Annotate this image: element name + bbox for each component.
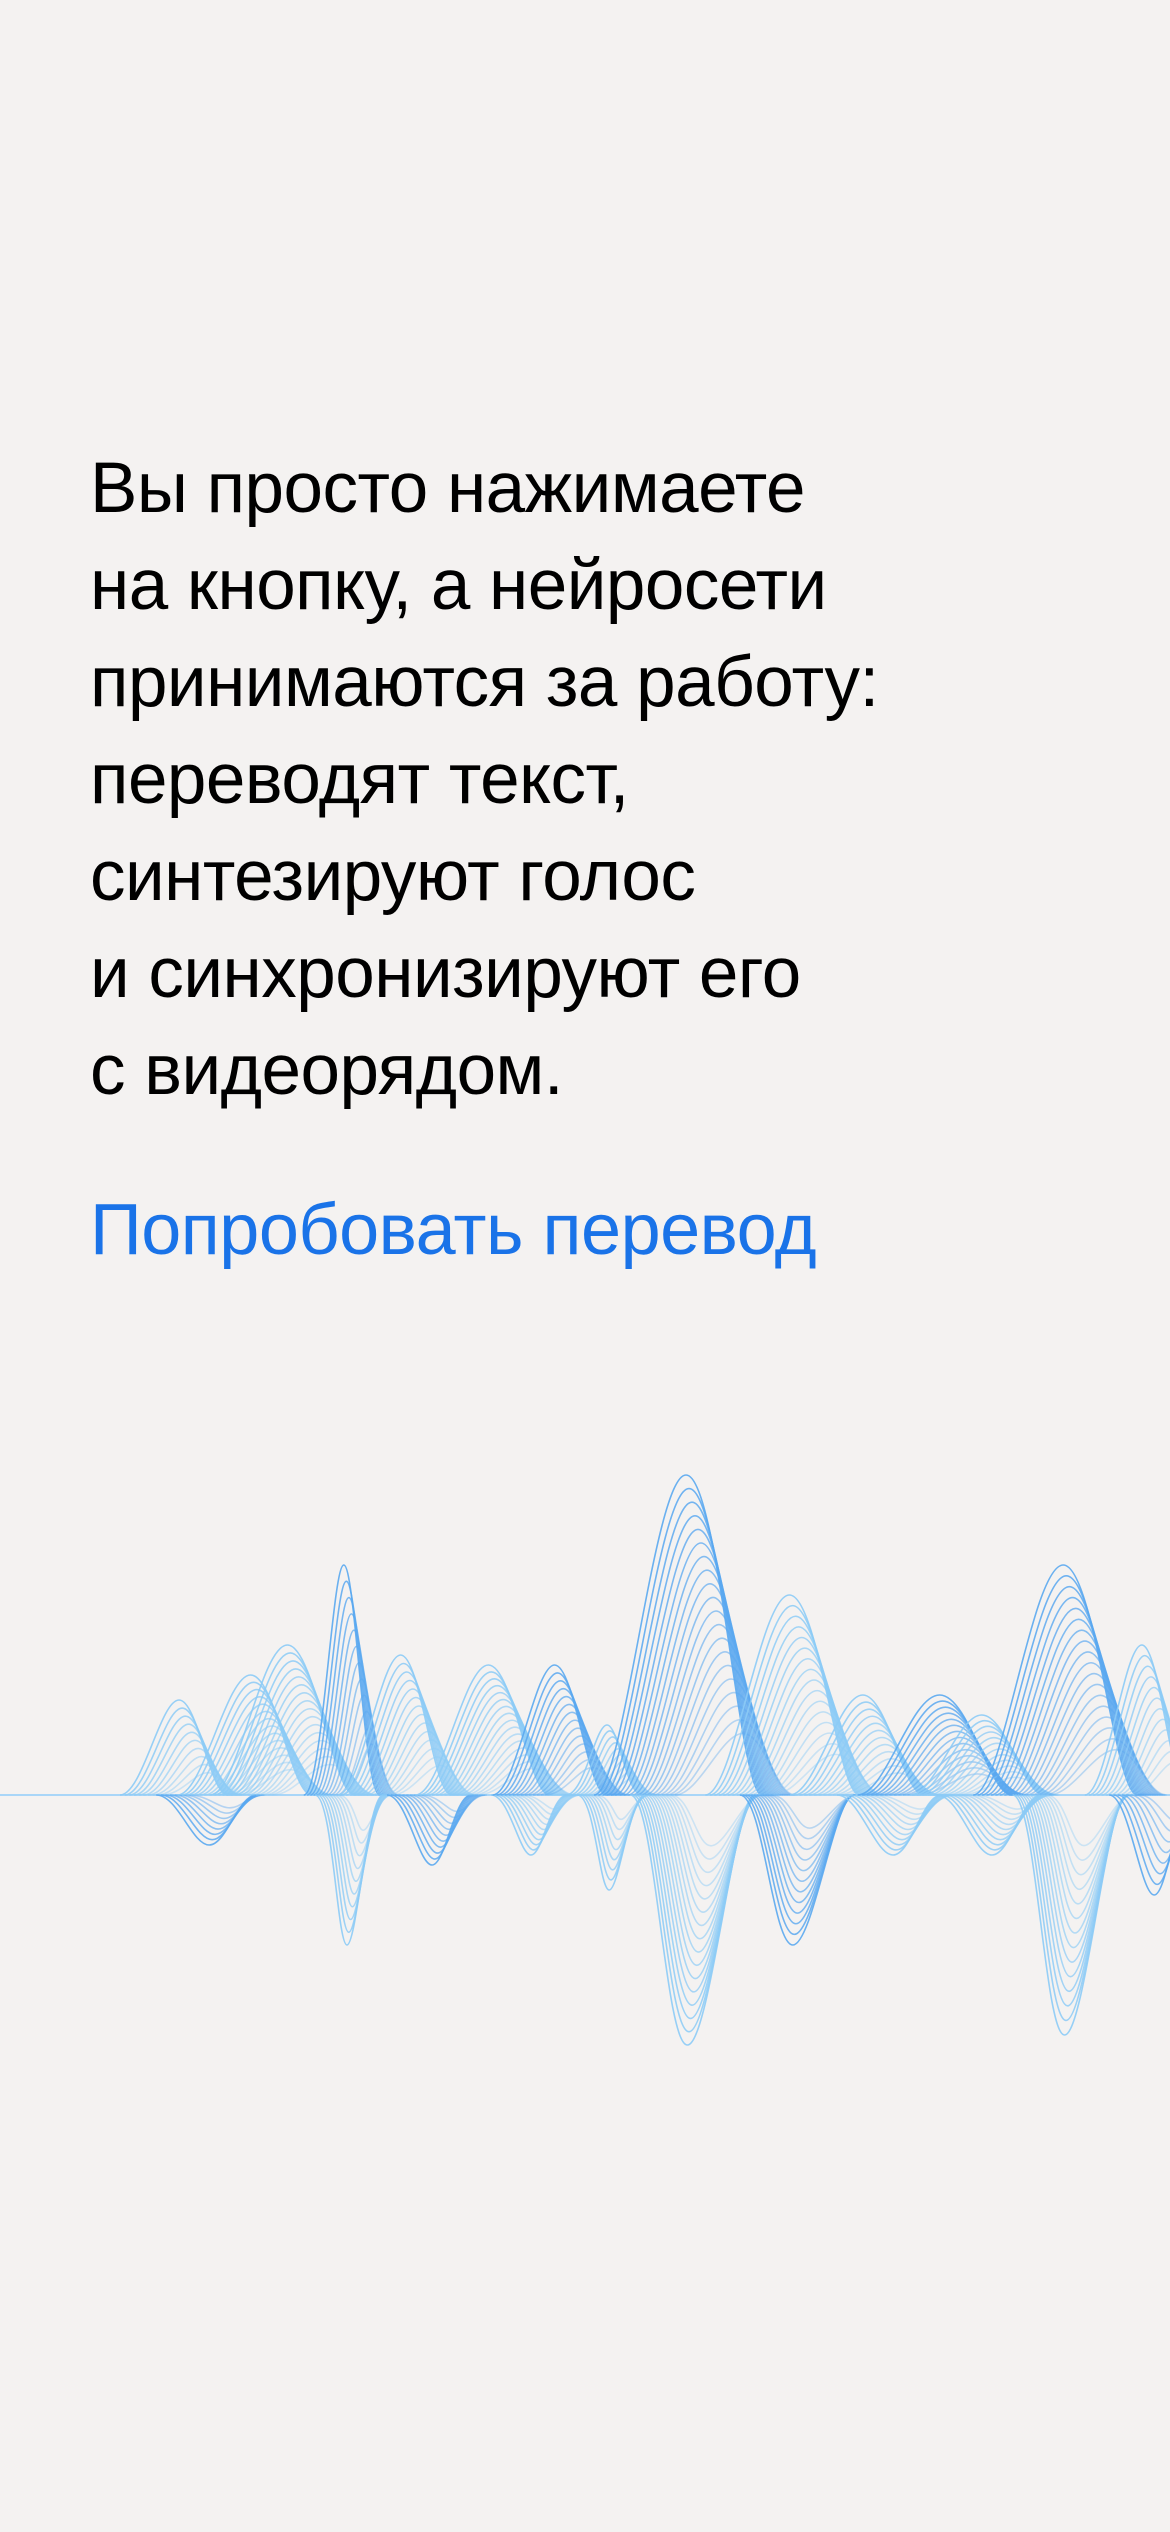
wave-line: [508, 1794, 576, 1831]
wave-line: [977, 1575, 1140, 1796]
intro-text: Вы просто нажимаете на кнопку, а нейросе…: [90, 440, 1090, 1119]
intro-line: с видеорядом.: [90, 1031, 564, 1110]
intro-line: Вы просто нажимаете: [90, 449, 805, 528]
sound-wave-illustration: [0, 1474, 1170, 2046]
intro-line: на кнопку, а нейросети: [90, 546, 827, 625]
wave-line: [421, 1794, 487, 1813]
intro-line: принимаются за работу:: [90, 643, 879, 722]
screen: Вы просто нажимаете на кнопку, а нейросе…: [0, 0, 1170, 2532]
wave-line: [587, 1794, 649, 1851]
intro-line: синтезируют голос: [90, 837, 696, 916]
wave-line: [610, 1528, 770, 1796]
wave-line: [332, 1794, 391, 1857]
wave-line: [606, 1514, 768, 1796]
intro-line: переводят текст,: [90, 740, 629, 819]
intro-line: и синхронизируют его: [90, 934, 801, 1013]
wave-line: [406, 1794, 480, 1837]
try-translation-link[interactable]: Попробовать перевод: [90, 1180, 817, 1280]
wave-line: [188, 1794, 266, 1809]
